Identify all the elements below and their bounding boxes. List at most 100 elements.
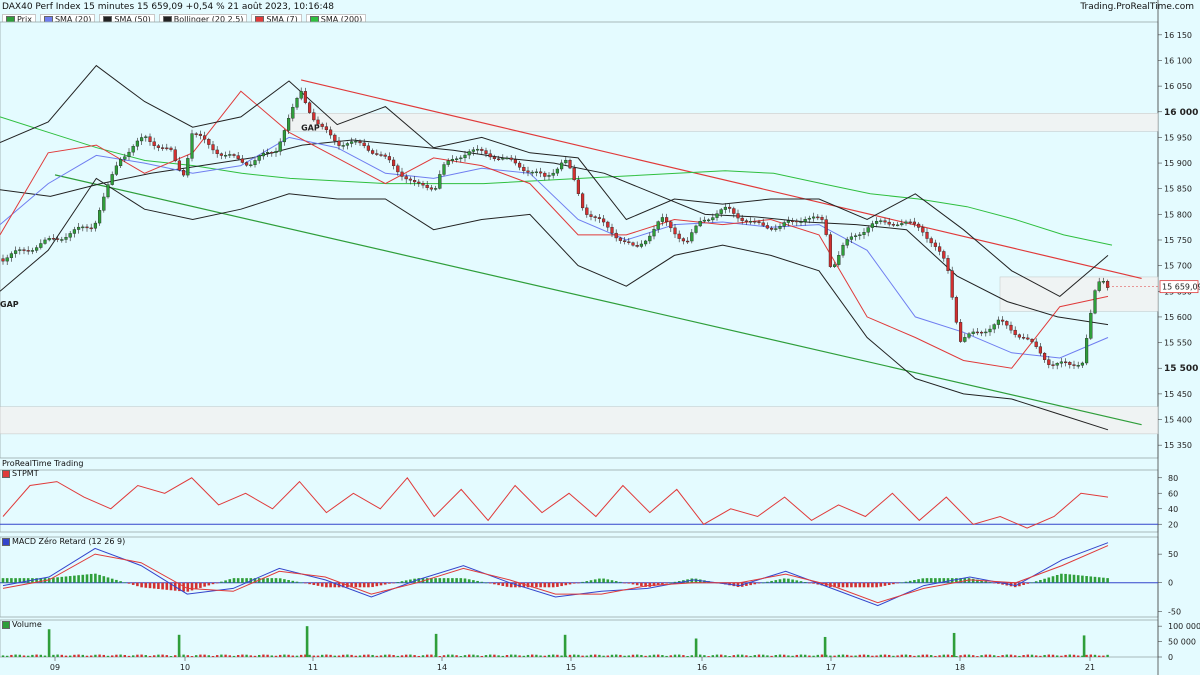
price-panel-footer: ProRealTime Trading: [2, 459, 84, 468]
candle: [694, 225, 698, 233]
volume-bar: [438, 656, 441, 657]
candle: [723, 206, 727, 210]
volume-bar: [799, 654, 803, 657]
candle: [761, 222, 765, 226]
volume-bar: [1098, 655, 1101, 657]
candle: [715, 213, 719, 218]
volume-bar: [543, 655, 546, 657]
price-tick-label: 15 450: [1164, 390, 1192, 399]
candle: [522, 167, 526, 172]
macd-histogram-bar: [140, 582, 143, 588]
candle: [845, 239, 849, 246]
macd-histogram-bar: [14, 578, 17, 583]
candle: [1022, 337, 1026, 339]
candle: [207, 139, 211, 145]
macd-tick-label: 50: [1168, 550, 1178, 559]
volume-bar: [946, 654, 950, 657]
volume-bar: [909, 654, 912, 657]
macd-histogram-bar: [505, 582, 509, 587]
volume-bar: [997, 655, 1000, 657]
volume-bar: [279, 654, 282, 657]
candle: [1034, 341, 1038, 347]
candle: [513, 159, 517, 164]
candle: [656, 221, 660, 230]
volume-bar: [879, 654, 882, 657]
volume-bar: [1060, 655, 1063, 657]
volume-bar: [371, 654, 374, 657]
volume-bar: [846, 654, 849, 657]
macd-histogram-bar: [791, 579, 794, 583]
candle: [509, 157, 513, 160]
candle: [442, 164, 446, 175]
macd-histogram-bar: [186, 582, 190, 592]
macd-histogram-bar: [1085, 576, 1088, 583]
candle: [232, 154, 236, 156]
candle: [975, 331, 979, 334]
candle: [93, 222, 97, 229]
volume-bar: [1022, 655, 1025, 657]
volume-bar: [489, 654, 492, 657]
macd-histogram-bar: [194, 582, 198, 590]
volume-bar: [1005, 654, 1008, 657]
price-tick-label: 15 700: [1164, 262, 1192, 271]
candle: [455, 158, 459, 160]
candle: [1030, 338, 1034, 343]
macd-histogram-bar: [858, 582, 862, 588]
volume-bar: [27, 655, 30, 657]
candle: [1089, 312, 1093, 339]
macd-histogram-bar: [472, 580, 475, 583]
volume-tick-label: 0: [1168, 653, 1173, 662]
volume-bar: [1077, 655, 1080, 657]
volume-bar: [930, 655, 933, 657]
macd-histogram-bar: [329, 582, 332, 588]
candle: [51, 238, 55, 240]
candle: [795, 220, 799, 223]
volume-bar: [312, 655, 315, 657]
macd-histogram-bar: [787, 578, 790, 583]
candle: [786, 220, 790, 223]
volume-bar: [640, 654, 643, 657]
stpmt-tick-label: 60: [1168, 489, 1178, 498]
candle: [1, 258, 5, 262]
macd-histogram-bar: [1, 578, 5, 583]
macd-histogram-bar: [165, 582, 169, 590]
candle: [488, 153, 492, 158]
price-tick-label: 16 150: [1164, 31, 1192, 40]
volume-bar: [757, 654, 761, 657]
macd-histogram-bar: [396, 582, 400, 583]
x-tick-label: 11: [308, 663, 318, 672]
candle: [484, 150, 488, 154]
x-tick-label: 09: [50, 663, 60, 672]
volume-bar: [841, 654, 845, 657]
stpmt-panel: [0, 469, 1159, 533]
volume-bar: [522, 655, 525, 657]
candle: [707, 219, 711, 222]
price-tick-label: 15 750: [1164, 236, 1192, 245]
macd-histogram-bar: [383, 582, 387, 585]
volume-bar: [594, 654, 597, 657]
candle: [152, 141, 156, 146]
macd-histogram-bar: [362, 582, 366, 588]
volume-bar: [745, 655, 748, 657]
candle: [181, 170, 186, 176]
macd-histogram-bar: [1047, 577, 1051, 583]
macd-histogram-bar: [488, 582, 492, 584]
chart-canvas[interactable]: 16 15016 10016 05016 00015 95015 90015 8…: [0, 0, 1200, 675]
macd-histogram-bar: [568, 582, 572, 585]
volume-bar: [682, 655, 685, 657]
volume-bar: [1009, 654, 1013, 657]
volume-bar: [329, 654, 332, 657]
candle: [547, 175, 551, 177]
candle: [219, 153, 223, 156]
candle: [698, 221, 702, 227]
macd-histogram-bar: [1106, 578, 1109, 583]
candle: [471, 149, 475, 152]
volume-bar: [875, 655, 878, 657]
volume-bar: [354, 655, 357, 657]
macd-histogram-bar: [799, 581, 803, 583]
candle: [665, 217, 669, 223]
candle: [165, 147, 169, 150]
stpmt-tick-label: 80: [1168, 474, 1178, 483]
candle: [270, 152, 274, 154]
candle: [1055, 363, 1059, 366]
